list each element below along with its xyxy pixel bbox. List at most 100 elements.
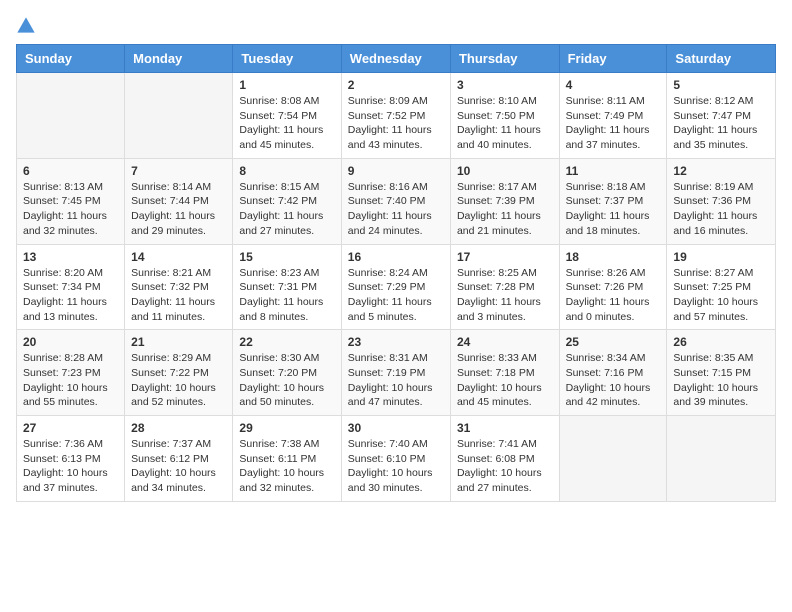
calendar-cell: 16 Sunrise: 8:24 AM Sunset: 7:29 PM Dayli…	[341, 244, 450, 330]
calendar-cell: 29 Sunrise: 7:38 AM Sunset: 6:11 PM Dayli…	[233, 416, 341, 502]
calendar-cell: 13 Sunrise: 8:20 AM Sunset: 7:34 PM Dayli…	[17, 244, 125, 330]
day-info: Sunrise: 8:20 AM Sunset: 7:34 PM Dayligh…	[23, 266, 118, 325]
day-number: 30	[348, 421, 444, 435]
day-info: Sunrise: 7:36 AM Sunset: 6:13 PM Dayligh…	[23, 437, 118, 496]
day-info: Sunrise: 8:09 AM Sunset: 7:52 PM Dayligh…	[348, 94, 444, 153]
calendar-cell	[667, 416, 776, 502]
calendar-week-row: 13 Sunrise: 8:20 AM Sunset: 7:34 PM Dayli…	[17, 244, 776, 330]
calendar-cell: 23 Sunrise: 8:31 AM Sunset: 7:19 PM Dayli…	[341, 330, 450, 416]
day-number: 14	[131, 250, 226, 264]
calendar-week-row: 20 Sunrise: 8:28 AM Sunset: 7:23 PM Dayli…	[17, 330, 776, 416]
day-number: 24	[457, 335, 553, 349]
calendar-cell: 20 Sunrise: 8:28 AM Sunset: 7:23 PM Dayli…	[17, 330, 125, 416]
day-number: 21	[131, 335, 226, 349]
day-info: Sunrise: 8:10 AM Sunset: 7:50 PM Dayligh…	[457, 94, 553, 153]
day-info: Sunrise: 8:26 AM Sunset: 7:26 PM Dayligh…	[566, 266, 661, 325]
day-number: 7	[131, 164, 226, 178]
day-info: Sunrise: 8:15 AM Sunset: 7:42 PM Dayligh…	[239, 180, 334, 239]
day-info: Sunrise: 8:17 AM Sunset: 7:39 PM Dayligh…	[457, 180, 553, 239]
page-header	[16, 16, 776, 36]
day-number: 1	[239, 78, 334, 92]
calendar-cell: 24 Sunrise: 8:33 AM Sunset: 7:18 PM Dayli…	[450, 330, 559, 416]
day-info: Sunrise: 8:34 AM Sunset: 7:16 PM Dayligh…	[566, 351, 661, 410]
day-number: 29	[239, 421, 334, 435]
day-number: 17	[457, 250, 553, 264]
day-number: 4	[566, 78, 661, 92]
calendar-week-row: 27 Sunrise: 7:36 AM Sunset: 6:13 PM Dayli…	[17, 416, 776, 502]
day-info: Sunrise: 8:28 AM Sunset: 7:23 PM Dayligh…	[23, 351, 118, 410]
day-number: 31	[457, 421, 553, 435]
logo	[16, 16, 40, 36]
weekday-header-saturday: Saturday	[667, 45, 776, 73]
day-info: Sunrise: 8:35 AM Sunset: 7:15 PM Dayligh…	[673, 351, 769, 410]
day-number: 3	[457, 78, 553, 92]
calendar-cell: 28 Sunrise: 7:37 AM Sunset: 6:12 PM Dayli…	[125, 416, 233, 502]
day-info: Sunrise: 7:37 AM Sunset: 6:12 PM Dayligh…	[131, 437, 226, 496]
day-number: 5	[673, 78, 769, 92]
calendar-cell: 6 Sunrise: 8:13 AM Sunset: 7:45 PM Daylig…	[17, 158, 125, 244]
day-number: 10	[457, 164, 553, 178]
day-number: 20	[23, 335, 118, 349]
day-number: 2	[348, 78, 444, 92]
calendar-cell: 4 Sunrise: 8:11 AM Sunset: 7:49 PM Daylig…	[559, 73, 667, 159]
day-info: Sunrise: 8:27 AM Sunset: 7:25 PM Dayligh…	[673, 266, 769, 325]
day-number: 9	[348, 164, 444, 178]
calendar-cell: 30 Sunrise: 7:40 AM Sunset: 6:10 PM Dayli…	[341, 416, 450, 502]
calendar-cell: 3 Sunrise: 8:10 AM Sunset: 7:50 PM Daylig…	[450, 73, 559, 159]
calendar-cell	[125, 73, 233, 159]
day-number: 23	[348, 335, 444, 349]
calendar-cell: 31 Sunrise: 7:41 AM Sunset: 6:08 PM Dayli…	[450, 416, 559, 502]
day-info: Sunrise: 8:16 AM Sunset: 7:40 PM Dayligh…	[348, 180, 444, 239]
day-number: 19	[673, 250, 769, 264]
logo-icon	[16, 16, 36, 36]
calendar-cell: 9 Sunrise: 8:16 AM Sunset: 7:40 PM Daylig…	[341, 158, 450, 244]
calendar-cell: 14 Sunrise: 8:21 AM Sunset: 7:32 PM Dayli…	[125, 244, 233, 330]
day-info: Sunrise: 8:25 AM Sunset: 7:28 PM Dayligh…	[457, 266, 553, 325]
calendar-cell: 27 Sunrise: 7:36 AM Sunset: 6:13 PM Dayli…	[17, 416, 125, 502]
calendar-cell: 18Sunrise: 8:26 AM Sunset: 7:26 PM Dayli…	[559, 244, 667, 330]
calendar-cell	[559, 416, 667, 502]
calendar-cell: 12Sunrise: 8:19 AM Sunset: 7:36 PM Dayli…	[667, 158, 776, 244]
weekday-header-sunday: Sunday	[17, 45, 125, 73]
calendar-cell: 25 Sunrise: 8:34 AM Sunset: 7:16 PM Dayli…	[559, 330, 667, 416]
day-info: Sunrise: 8:29 AM Sunset: 7:22 PM Dayligh…	[131, 351, 226, 410]
calendar-cell: 17 Sunrise: 8:25 AM Sunset: 7:28 PM Dayli…	[450, 244, 559, 330]
calendar-cell: 5 Sunrise: 8:12 AM Sunset: 7:47 PM Daylig…	[667, 73, 776, 159]
calendar-table: SundayMondayTuesdayWednesdayThursdayFrid…	[16, 44, 776, 502]
weekday-header-wednesday: Wednesday	[341, 45, 450, 73]
day-info: Sunrise: 8:21 AM Sunset: 7:32 PM Dayligh…	[131, 266, 226, 325]
day-number: 15	[239, 250, 334, 264]
day-number: 8	[239, 164, 334, 178]
day-info: Sunrise: 8:33 AM Sunset: 7:18 PM Dayligh…	[457, 351, 553, 410]
day-number: 16	[348, 250, 444, 264]
day-info: Sunrise: 7:40 AM Sunset: 6:10 PM Dayligh…	[348, 437, 444, 496]
calendar-cell: 26 Sunrise: 8:35 AM Sunset: 7:15 PM Dayli…	[667, 330, 776, 416]
day-number: 27	[23, 421, 118, 435]
day-number: 6	[23, 164, 118, 178]
calendar-week-row: 6 Sunrise: 8:13 AM Sunset: 7:45 PM Daylig…	[17, 158, 776, 244]
day-number: 28	[131, 421, 226, 435]
day-info: Sunrise: 8:31 AM Sunset: 7:19 PM Dayligh…	[348, 351, 444, 410]
day-info: Sunrise: 7:41 AM Sunset: 6:08 PM Dayligh…	[457, 437, 553, 496]
calendar-cell: 2 Sunrise: 8:09 AM Sunset: 7:52 PM Daylig…	[341, 73, 450, 159]
calendar-cell	[17, 73, 125, 159]
day-number: 25	[566, 335, 661, 349]
day-info: Sunrise: 8:13 AM Sunset: 7:45 PM Dayligh…	[23, 180, 118, 239]
day-number: 22	[239, 335, 334, 349]
calendar-cell: 10 Sunrise: 8:17 AM Sunset: 7:39 PM Dayli…	[450, 158, 559, 244]
day-info: Sunrise: 8:14 AM Sunset: 7:44 PM Dayligh…	[131, 180, 226, 239]
day-info: Sunrise: 8:30 AM Sunset: 7:20 PM Dayligh…	[239, 351, 334, 410]
calendar-cell: 7 Sunrise: 8:14 AM Sunset: 7:44 PM Daylig…	[125, 158, 233, 244]
day-info: Sunrise: 8:24 AM Sunset: 7:29 PM Dayligh…	[348, 266, 444, 325]
weekday-header-monday: Monday	[125, 45, 233, 73]
day-number: 13	[23, 250, 118, 264]
calendar-cell: 1 Sunrise: 8:08 AM Sunset: 7:54 PM Daylig…	[233, 73, 341, 159]
day-info: Sunrise: 8:11 AM Sunset: 7:49 PM Dayligh…	[566, 94, 661, 153]
day-info: Sunrise: 8:12 AM Sunset: 7:47 PM Dayligh…	[673, 94, 769, 153]
day-info: Sunrise: 7:38 AM Sunset: 6:11 PM Dayligh…	[239, 437, 334, 496]
weekday-header-thursday: Thursday	[450, 45, 559, 73]
calendar-cell: 15Sunrise: 8:23 AM Sunset: 7:31 PM Dayli…	[233, 244, 341, 330]
day-number: 26	[673, 335, 769, 349]
day-info: Sunrise: 8:08 AM Sunset: 7:54 PM Dayligh…	[239, 94, 334, 153]
calendar-cell: 19 Sunrise: 8:27 AM Sunset: 7:25 PM Dayli…	[667, 244, 776, 330]
